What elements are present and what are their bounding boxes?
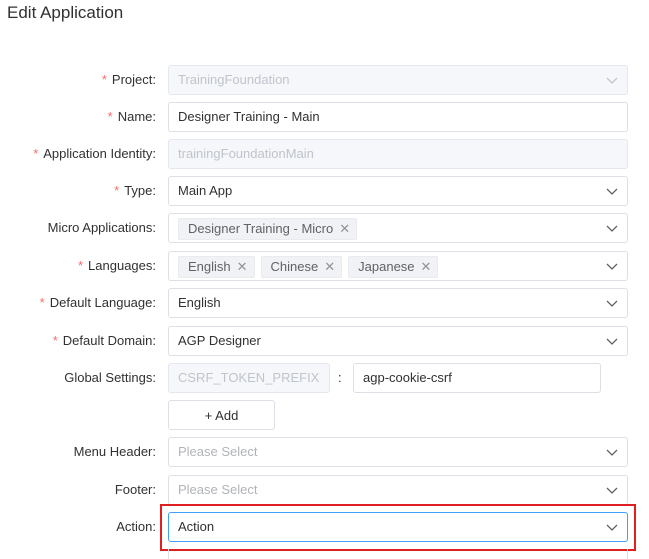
languages-row: * Languages: English ✕ Chinese ✕ Japanese… (0, 251, 649, 281)
name-label: Name: (117, 109, 156, 124)
action-select[interactable]: Action (168, 512, 628, 542)
chevron-down-icon (606, 338, 618, 345)
tag-label: Chinese (270, 259, 319, 274)
tag-micro: Designer Training - Micro ✕ (178, 218, 358, 240)
tag-label: Designer Training - Micro (188, 221, 334, 236)
chevron-down-icon (606, 300, 618, 307)
global-settings-value: agp-cookie-csrf (363, 370, 452, 385)
menu-header-label: Menu Header: (73, 444, 156, 459)
tag-label: English (188, 259, 231, 274)
languages-select[interactable]: English ✕ Chinese ✕ Japanese ✕ (168, 251, 628, 281)
footer-row: Footer: Please Select (0, 475, 649, 505)
required-mark: * (39, 295, 45, 310)
project-select[interactable]: TrainingFoundation (168, 65, 628, 95)
close-icon[interactable]: ✕ (324, 256, 335, 278)
name-row: * Name: Designer Training - Main (0, 102, 649, 132)
close-icon[interactable]: ✕ (237, 256, 248, 278)
required-mark: * (101, 72, 107, 87)
chevron-down-icon (606, 188, 618, 195)
micro-row: Micro Applications: Designer Training - … (0, 213, 649, 243)
micro-select[interactable]: Designer Training - Micro ✕ (168, 213, 628, 243)
global-settings-key-input[interactable]: CSRF_TOKEN_PREFIX (168, 363, 330, 393)
name-input[interactable]: Designer Training - Main (168, 102, 628, 132)
required-mark: * (107, 109, 113, 124)
menu-header-row: Menu Header: Please Select (0, 437, 649, 467)
required-mark: * (77, 258, 84, 273)
default-domain-value: AGP Designer (178, 333, 261, 348)
footer-placeholder: Please Select (178, 482, 258, 497)
action-value: Action (178, 519, 215, 534)
default-language-select[interactable]: English (168, 288, 628, 318)
default-domain-label: Default Domain: (62, 333, 156, 348)
micro-label: Micro Applications: (47, 220, 156, 235)
chevron-down-icon (606, 263, 618, 270)
default-language-row: * Default Language: English (0, 288, 649, 318)
chevron-down-icon (606, 449, 618, 456)
default-domain-select[interactable]: AGP Designer (168, 326, 628, 356)
add-setting-button[interactable]: + Add (168, 400, 275, 430)
default-language-value: English (178, 295, 221, 310)
type-value: Main App (178, 183, 233, 198)
footer-label: Footer: (114, 482, 156, 497)
global-settings-key: CSRF_TOKEN_PREFIX (178, 370, 320, 385)
type-row: * Type: Main App (0, 176, 649, 206)
action-row: Action: Action (0, 512, 649, 542)
type-select[interactable]: Main App (168, 176, 628, 206)
footer-select[interactable]: Please Select (168, 475, 628, 505)
project-row: * Project: TrainingFoundation (0, 65, 649, 95)
global-settings-label: Global Settings: (64, 370, 156, 385)
identity-input[interactable]: trainingFoundationMain (168, 139, 628, 169)
default-domain-row: * Default Domain: AGP Designer (0, 326, 649, 356)
menu-header-placeholder: Please Select (178, 444, 258, 459)
project-value: TrainingFoundation (178, 72, 290, 87)
chevron-down-icon (606, 225, 618, 232)
tag-label: Japanese (358, 259, 415, 274)
page-title: Edit Application (7, 3, 124, 22)
close-icon[interactable]: ✕ (421, 256, 432, 278)
identity-value: trainingFoundationMain (178, 146, 314, 161)
next-field-edge (168, 549, 628, 559)
tag-japanese: Japanese ✕ (348, 256, 439, 278)
required-mark: * (52, 333, 58, 348)
default-language-label: Default Language: (49, 295, 156, 310)
global-settings-value-input[interactable]: agp-cookie-csrf (353, 363, 601, 393)
action-label: Action: (116, 519, 156, 534)
identity-label: Application Identity: (43, 146, 156, 161)
chevron-down-icon (606, 487, 618, 494)
required-mark: * (114, 183, 120, 198)
project-label: Project: (111, 72, 156, 87)
menu-header-select[interactable]: Please Select (168, 437, 628, 467)
type-label: Type: (124, 183, 156, 198)
tag-english: English ✕ (178, 256, 255, 278)
name-value: Designer Training - Main (178, 109, 320, 124)
global-settings-row: Global Settings: CSRF_TOKEN_PREFIX : agp… (0, 363, 649, 393)
chevron-down-icon (606, 77, 618, 84)
required-mark: * (33, 146, 39, 161)
tag-chinese: Chinese ✕ (260, 256, 343, 278)
chevron-down-icon (606, 524, 618, 531)
identity-row: * Application Identity: trainingFoundatio… (0, 139, 649, 169)
languages-label: Languages: (88, 258, 156, 273)
key-value-separator: : (338, 370, 342, 385)
close-icon[interactable]: ✕ (339, 218, 350, 240)
